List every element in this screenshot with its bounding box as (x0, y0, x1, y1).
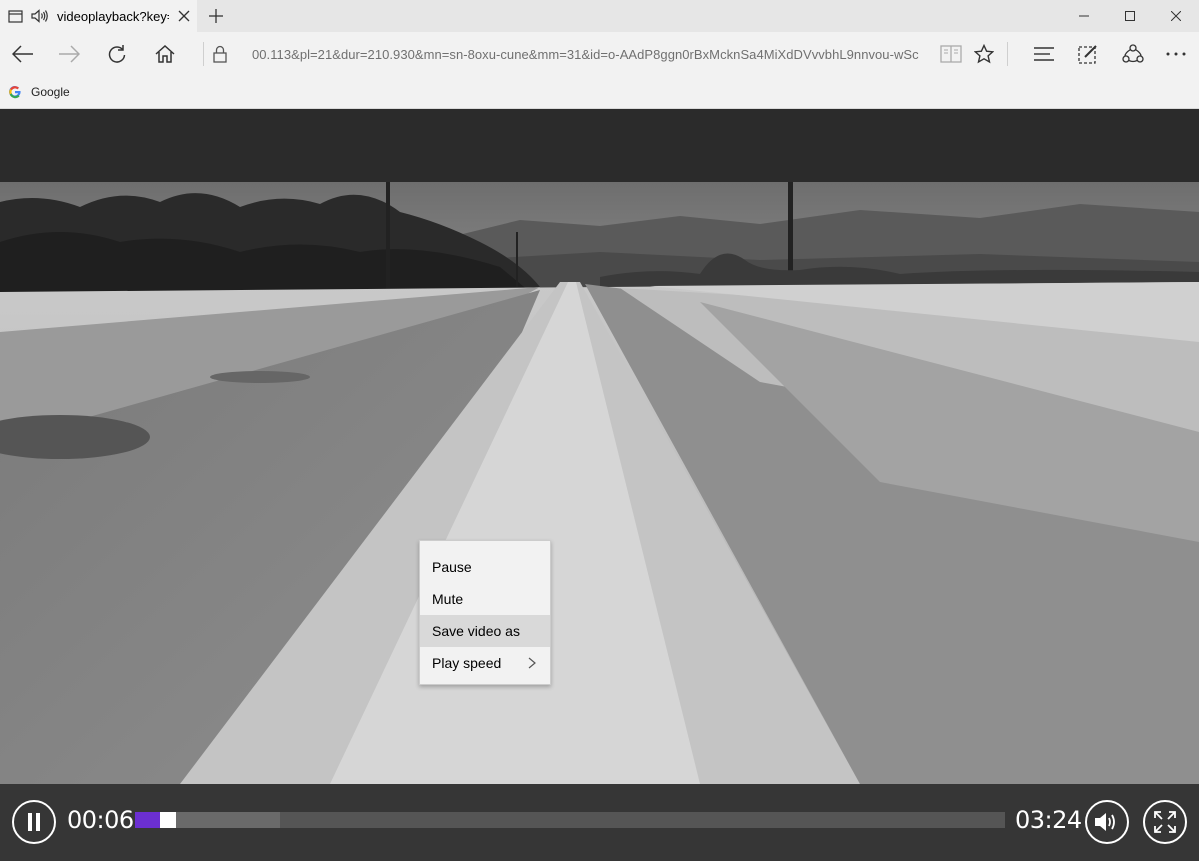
more-dots-icon (1166, 52, 1186, 56)
page-icon (8, 9, 23, 23)
video-road-image (0, 182, 1199, 784)
audio-playing-icon[interactable] (31, 9, 49, 23)
google-g-icon (9, 86, 21, 99)
lock-icon[interactable] (212, 45, 228, 63)
video-frame[interactable] (0, 182, 1199, 784)
pen-note-icon (1078, 45, 1097, 64)
menu-item-label: Save video as (432, 623, 520, 639)
menu-item-play-speed[interactable]: Play speed (420, 647, 550, 679)
new-tab-button[interactable] (204, 4, 228, 28)
pause-button[interactable] (12, 800, 56, 844)
seek-thumb[interactable] (160, 812, 176, 828)
minimize-button[interactable] (1061, 0, 1107, 32)
forward-button[interactable] (46, 32, 92, 76)
menu-item-label: Play speed (432, 655, 502, 671)
hub-button[interactable] (1021, 32, 1067, 76)
window-close-button[interactable] (1153, 0, 1199, 32)
book-icon (940, 45, 962, 63)
favorite-label: Google (31, 85, 70, 99)
video-context-menu: Pause Mute Save video as Play speed (419, 540, 551, 685)
favorite-google[interactable]: Google (8, 76, 70, 108)
menu-item-pause[interactable]: Pause (420, 551, 550, 583)
seek-bar[interactable] (135, 812, 1005, 828)
video-controls: 00:06 03:24 (0, 784, 1199, 861)
fullscreen-icon (1154, 811, 1176, 833)
plus-icon (209, 9, 223, 23)
video-viewport: Pause Mute Save video as Play speed 00:0… (0, 109, 1199, 861)
close-icon (1171, 11, 1181, 21)
refresh-icon (108, 45, 126, 63)
played-range (135, 812, 160, 828)
star-icon (974, 44, 994, 64)
divider (1007, 42, 1008, 66)
chevron-right-icon (528, 657, 536, 669)
tab-bar: videoplayback?key= (0, 0, 1199, 32)
fullscreen-button[interactable] (1143, 800, 1187, 844)
home-icon (155, 45, 175, 63)
duration-time: 03:24 (1015, 806, 1082, 834)
maximize-icon (1125, 11, 1135, 21)
menu-item-save-video-as[interactable]: Save video as (420, 615, 550, 647)
url-text[interactable]: 00.113&pl=21&dur=210.930&mn=sn-8oxu-cune… (252, 47, 928, 62)
home-button[interactable] (142, 32, 188, 76)
arrow-left-icon (12, 45, 33, 63)
current-time: 00:06 (67, 806, 134, 834)
maximize-button[interactable] (1107, 0, 1153, 32)
tab-title: videoplayback?key= (57, 8, 169, 24)
close-icon[interactable] (177, 9, 191, 23)
share-icon (1122, 44, 1144, 63)
menu-item-label: Mute (432, 591, 464, 607)
menu-item-mute[interactable]: Mute (420, 583, 550, 615)
pause-icon (28, 813, 40, 831)
navigation-bar: 00.113&pl=21&dur=210.930&mn=sn-8oxu-cune… (0, 32, 1199, 76)
refresh-button[interactable] (94, 32, 140, 76)
volume-button[interactable] (1085, 800, 1129, 844)
address-bar[interactable]: 00.113&pl=21&dur=210.930&mn=sn-8oxu-cune… (204, 39, 969, 69)
favorite-button[interactable] (961, 32, 1007, 76)
volume-icon (1095, 813, 1115, 831)
hub-lines-icon (1034, 47, 1054, 61)
web-note-button[interactable] (1065, 32, 1111, 76)
arrow-right-icon (59, 45, 80, 63)
more-button[interactable] (1153, 32, 1199, 76)
share-button[interactable] (1110, 32, 1156, 76)
tab-videoplayback[interactable]: videoplayback?key= (0, 0, 197, 32)
minimize-icon (1079, 15, 1089, 17)
favorites-bar: Google (0, 76, 1199, 109)
back-button[interactable] (0, 32, 46, 76)
menu-item-label: Pause (432, 559, 472, 575)
